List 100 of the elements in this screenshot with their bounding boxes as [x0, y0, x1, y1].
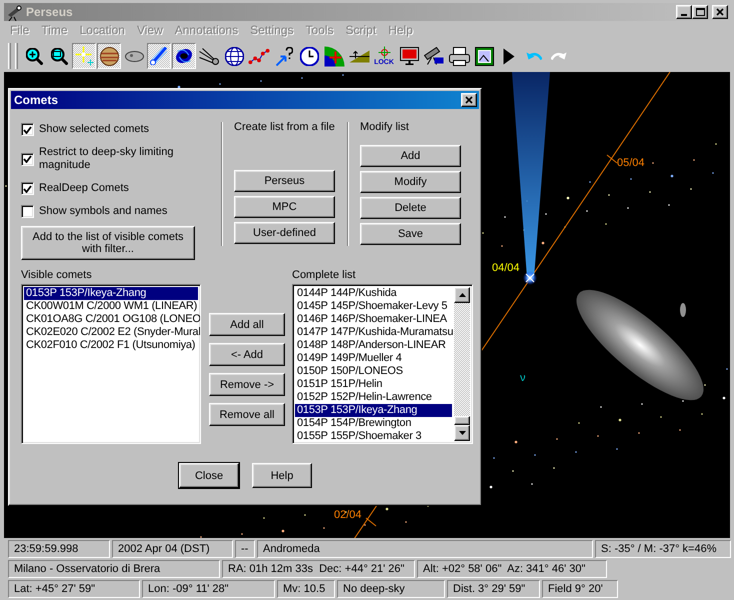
- rock-icon: [124, 50, 144, 62]
- list-item[interactable]: 0154P 154P/Brewington: [295, 417, 452, 430]
- list-label: Complete list: [292, 269, 357, 282]
- map-icon: [324, 46, 344, 66]
- printer-icon: [448, 46, 470, 66]
- checkbox[interactable]: [21, 152, 34, 166]
- list-item[interactable]: 0155P 155P/Shoemaker 3: [295, 430, 452, 443]
- undo-icon: [526, 52, 542, 60]
- up-arrow-icon: [458, 293, 466, 297]
- status-field: Andromeda: [257, 540, 593, 558]
- zoom-in-icon: [26, 48, 42, 64]
- toolbar-button[interactable]: [147, 43, 171, 69]
- check-icon: [23, 126, 32, 134]
- constellation-icon: [248, 48, 270, 64]
- scroll-up-button[interactable]: [454, 287, 470, 303]
- scroll-down-button[interactable]: [454, 425, 470, 441]
- list-label: Visible comets: [21, 269, 93, 282]
- section-label: Modify list: [360, 121, 410, 134]
- status-field: Dist. 3° 29' 59": [447, 580, 540, 598]
- status-field: RA: 01h 12m 33s Dec: +44° 21' 26": [222, 560, 415, 578]
- close-icon: [716, 8, 724, 16]
- list-item[interactable]: CK00W01M C/2000 WM1 (LINEAR): [24, 300, 198, 313]
- minimize-button[interactable]: [676, 5, 692, 19]
- date-label: 04/04: [492, 262, 520, 275]
- zoom-out-icon: [50, 48, 68, 64]
- status-field: Mv: 10.5: [277, 580, 335, 598]
- scroll-thumb[interactable]: [454, 416, 470, 425]
- checkbox[interactable]: [21, 123, 34, 136]
- dialog-button[interactable]: Close: [179, 463, 239, 488]
- redo-icon: [551, 52, 567, 60]
- file-button[interactable]: MPC: [234, 196, 335, 218]
- check-icon: [23, 155, 32, 163]
- list-item[interactable]: 0149P 149P/Mueller 4: [295, 352, 452, 365]
- status-field: 2002 Apr 04 (DST): [112, 540, 233, 558]
- help-icon: [276, 46, 292, 66]
- list-item[interactable]: CK02F010 C/2002 F1 (Utsunomiya): [24, 339, 198, 352]
- transfer-button[interactable]: <- Add: [209, 343, 285, 366]
- telescope-icon: [6, 3, 22, 21]
- monitor-icon: [400, 47, 418, 65]
- date-label: 05/04: [617, 157, 645, 170]
- list-item[interactable]: 0148P 148P/Anderson-LINEAR: [295, 339, 452, 352]
- close-icon: [465, 96, 473, 104]
- star-label: ν: [520, 372, 526, 385]
- modify-button[interactable]: Add: [360, 145, 461, 167]
- checkbox-label: RealDeep Comets: [39, 182, 129, 195]
- modify-button[interactable]: Modify: [360, 171, 461, 193]
- play-icon: [503, 48, 515, 64]
- status-field: --: [235, 540, 255, 558]
- transfer-button[interactable]: Remove ->: [209, 373, 285, 396]
- list-item[interactable]: 0150P 150P/LONEOS: [295, 365, 452, 378]
- close-button[interactable]: [461, 93, 477, 107]
- list-item[interactable]: CK01OA8G C/2001 OG108 (LONEO: [24, 313, 198, 326]
- dialog-button[interactable]: Help: [252, 463, 312, 488]
- status-field: Lat: +45° 27' 59": [8, 580, 140, 598]
- filter-button[interactable]: Add to the list of visible comets with filter...: [21, 226, 195, 260]
- down-arrow-icon: [458, 431, 466, 435]
- status-field: Alt: +02° 58' 06" Az: 341° 46' 30": [417, 560, 607, 578]
- dialog-title: Comets: [14, 94, 58, 106]
- list-item[interactable]: 0151P 151P/Helin: [295, 378, 452, 391]
- status-field: Milano - Osservatorio di Brera: [8, 560, 220, 578]
- maximize-button[interactable]: [692, 5, 708, 19]
- telescope-icon: [424, 47, 444, 65]
- modify-button[interactable]: Delete: [360, 197, 461, 219]
- list-item[interactable]: 0145P 145P/Shoemaker-Levy 5: [295, 300, 452, 313]
- toolbar-button[interactable]: [97, 43, 121, 69]
- checkbox[interactable]: [21, 205, 34, 218]
- transfer-button[interactable]: Add all: [209, 313, 285, 336]
- list-item[interactable]: 0147P 147P/Kushida-Muramatsu: [295, 326, 452, 339]
- globe-icon: [224, 46, 244, 66]
- checkbox-label: Show selected comets: [39, 123, 150, 136]
- comet-icon: [150, 46, 168, 66]
- checkbox-label: Show symbols and names: [39, 205, 168, 218]
- list-item[interactable]: 0144P 144P/Kushida: [295, 287, 452, 300]
- planet-icon: [100, 46, 118, 66]
- satellite-icon: [199, 48, 219, 64]
- transfer-button[interactable]: Remove all: [209, 403, 285, 426]
- status-field: S: -35° / M: -37° k=46%: [595, 540, 731, 558]
- maximize-icon: [696, 8, 704, 16]
- checkbox-label: Restrict to deep-sky limiting magnitude: [39, 146, 174, 172]
- sparkle-icon: [74, 46, 94, 66]
- date-label: 02/04: [334, 509, 362, 522]
- slope-icon: [348, 50, 370, 62]
- list-item[interactable]: 0152P 152P/Helin-Lawrence: [295, 391, 452, 404]
- checkbox[interactable]: [21, 182, 34, 195]
- list-item[interactable]: 0146P 146P/Shoemaker-LINEA: [295, 313, 452, 326]
- list-item[interactable]: 0153P 153P/Ikeya-Zhang: [24, 287, 198, 300]
- file-button[interactable]: Perseus: [234, 170, 335, 192]
- modify-button[interactable]: Save: [360, 223, 461, 245]
- list-item[interactable]: CK02E020 C/2002 E2 (Snyder-Mural: [24, 326, 198, 339]
- status-field: 23:59:59.998: [8, 540, 110, 558]
- check-icon: [23, 184, 32, 192]
- toolbar-button[interactable]: [172, 43, 196, 69]
- file-button[interactable]: User-defined: [234, 222, 335, 244]
- list-item[interactable]: 0153P 153P/Ikeya-Zhang: [295, 404, 452, 417]
- close-button[interactable]: [712, 5, 728, 19]
- status-field: Lon: -09° 11' 28": [142, 580, 275, 598]
- clock-icon: [300, 46, 318, 66]
- status-field: No deep-sky: [337, 580, 445, 598]
- picture-frame-icon: [474, 46, 494, 66]
- window-title: Perseus: [26, 6, 73, 18]
